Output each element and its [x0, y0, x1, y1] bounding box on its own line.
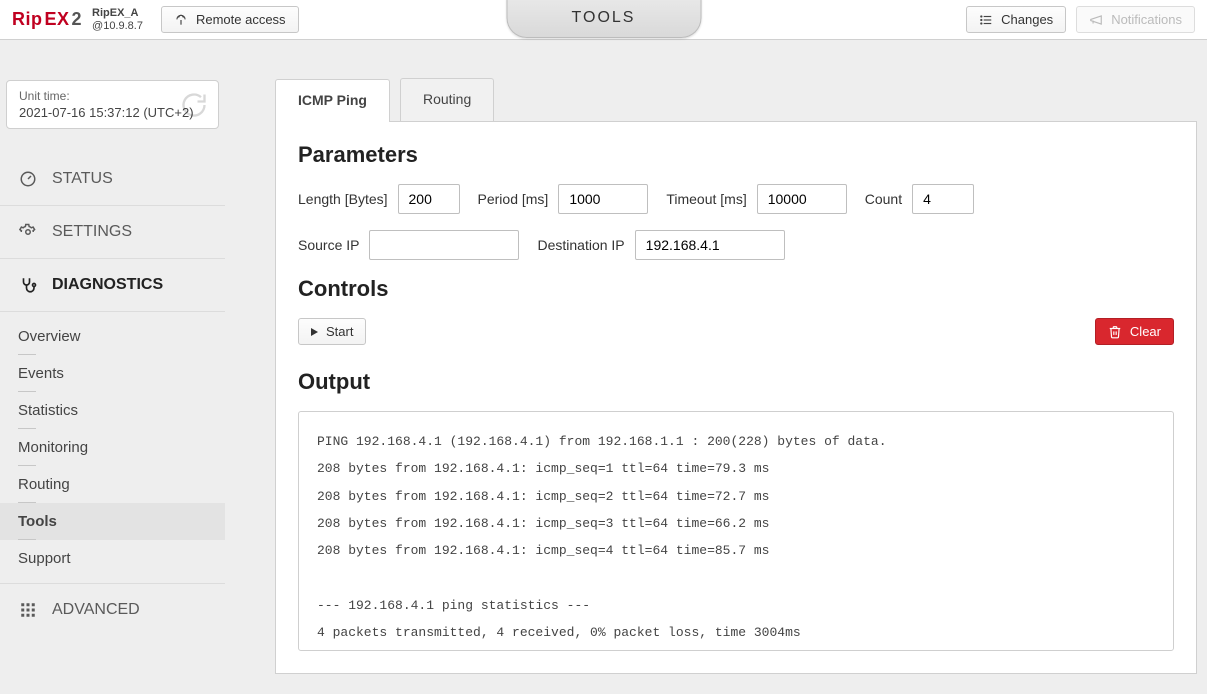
param-period: Period [ms] [478, 184, 649, 214]
tab-label: Routing [423, 91, 471, 107]
sidebar-item-overview[interactable]: Overview [0, 318, 225, 355]
dest-ip-input[interactable] [635, 230, 785, 260]
unit-time-label: Unit time: [19, 89, 206, 103]
sidebar-item-label: Monitoring [18, 439, 88, 456]
nav-section-advanced[interactable]: ADVANCED [0, 583, 225, 636]
logo-part2: EX [45, 9, 70, 30]
nav-settings-label: SETTINGS [52, 223, 132, 241]
logo-part3: 2 [72, 9, 83, 30]
nav-section-settings[interactable]: SETTINGS [0, 205, 225, 258]
sidebar-item-label: Support [18, 550, 71, 567]
output-box: PING 192.168.4.1 (192.168.4.1) from 192.… [298, 411, 1174, 651]
parameters-heading: Parameters [298, 142, 1174, 168]
list-icon [979, 13, 993, 27]
changes-button[interactable]: Changes [966, 6, 1066, 33]
tabstrip: ICMP Ping Routing [275, 78, 1197, 122]
main-content: ICMP Ping Routing Parameters Length [Byt… [225, 40, 1207, 694]
unit-ip: @10.9.8.7 [92, 20, 143, 32]
nav-diagnostics-label: DIAGNOSTICS [52, 276, 163, 294]
clear-button[interactable]: Clear [1095, 318, 1174, 345]
sidebar-item-support[interactable]: Support [0, 540, 225, 577]
nav-status-label: STATUS [52, 170, 113, 188]
tab-panel: Parameters Length [Bytes] Period [ms] Ti… [275, 122, 1197, 674]
unit-identity: RipEX_A @10.9.8.7 [92, 7, 143, 31]
controls-row: Start Clear [298, 318, 1174, 345]
parameters-row-1: Length [Bytes] Period [ms] Timeout [ms] … [298, 184, 1174, 214]
param-length: Length [Bytes] [298, 184, 460, 214]
sidebar-item-routing[interactable]: Routing [0, 466, 225, 503]
start-button[interactable]: Start [298, 318, 366, 345]
notifications-label: Notifications [1111, 12, 1182, 27]
output-heading: Output [298, 369, 1174, 395]
trash-icon [1108, 325, 1122, 339]
tab-label: ICMP Ping [298, 92, 367, 108]
sidebar: Unit time: 2021-07-16 15:37:12 (UTC+2) S… [0, 40, 225, 694]
param-timeout: Timeout [ms] [666, 184, 846, 214]
controls-heading: Controls [298, 276, 1174, 302]
length-label: Length [Bytes] [298, 191, 388, 207]
sidebar-item-label: Statistics [18, 402, 78, 419]
source-ip-input[interactable] [369, 230, 519, 260]
logo-part1: Rip [12, 9, 43, 30]
antenna-icon [174, 13, 188, 27]
nav-advanced-label: ADVANCED [52, 601, 140, 619]
gear-icon [18, 222, 38, 242]
changes-label: Changes [1001, 12, 1053, 27]
length-input[interactable] [398, 184, 460, 214]
timeout-label: Timeout [ms] [666, 191, 746, 207]
period-input[interactable] [558, 184, 648, 214]
sidebar-item-label: Overview [18, 328, 81, 345]
param-source-ip: Source IP [298, 230, 519, 260]
tab-icmp-ping[interactable]: ICMP Ping [275, 79, 390, 122]
count-input[interactable] [912, 184, 974, 214]
timeout-input[interactable] [757, 184, 847, 214]
sidebar-item-events[interactable]: Events [0, 355, 225, 392]
period-label: Period [ms] [478, 191, 549, 207]
refresh-icon[interactable] [180, 91, 208, 119]
page-title: TOOLS [572, 9, 636, 27]
notifications-button[interactable]: Notifications [1076, 6, 1195, 33]
stethoscope-icon [18, 275, 38, 295]
sidebar-item-monitoring[interactable]: Monitoring [0, 429, 225, 466]
unit-time-value: 2021-07-16 15:37:12 (UTC+2) [19, 105, 206, 120]
page-title-chip: TOOLS [506, 0, 701, 38]
param-dest-ip: Destination IP [537, 230, 784, 260]
nav-section-diagnostics[interactable]: DIAGNOSTICS [0, 258, 225, 311]
grid-icon [18, 600, 38, 620]
source-ip-label: Source IP [298, 237, 359, 253]
remote-access-label: Remote access [196, 12, 286, 27]
dest-ip-label: Destination IP [537, 237, 624, 253]
diagnostics-subitems: Overview Events Statistics Monitoring Ro… [0, 311, 225, 583]
sidebar-item-statistics[interactable]: Statistics [0, 392, 225, 429]
param-count: Count [865, 184, 974, 214]
gauge-icon [18, 169, 38, 189]
remote-access-button[interactable]: Remote access [161, 6, 299, 33]
product-logo: RipEX2 [12, 9, 82, 30]
play-icon [311, 328, 318, 336]
count-label: Count [865, 191, 902, 207]
megaphone-icon [1089, 13, 1103, 27]
start-label: Start [326, 324, 353, 339]
sidebar-item-label: Events [18, 365, 64, 382]
parameters-row-2: Source IP Destination IP [298, 230, 1174, 260]
tab-routing[interactable]: Routing [400, 78, 494, 121]
nav-section-status[interactable]: STATUS [0, 153, 225, 205]
sidebar-item-label: Tools [18, 513, 57, 530]
top-bar: RipEX2 RipEX_A @10.9.8.7 Remote access T… [0, 0, 1207, 40]
clear-label: Clear [1130, 324, 1161, 339]
sidebar-item-label: Routing [18, 476, 70, 493]
sidebar-item-tools[interactable]: Tools [0, 503, 225, 540]
unit-name: RipEX_A [92, 7, 143, 19]
unit-time-box: Unit time: 2021-07-16 15:37:12 (UTC+2) [6, 80, 219, 129]
